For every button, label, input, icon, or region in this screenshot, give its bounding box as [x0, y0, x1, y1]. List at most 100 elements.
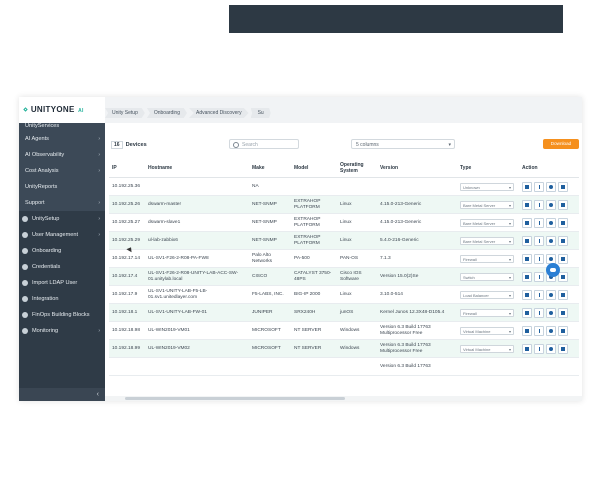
user-icon[interactable] — [546, 325, 556, 336]
column-header[interactable]: Action — [519, 159, 579, 178]
info-icon[interactable] — [534, 235, 544, 246]
info-icon[interactable] — [534, 253, 544, 264]
sidebar-item[interactable]: User Management › — [19, 227, 105, 243]
info-icon[interactable] — [534, 199, 544, 210]
delete-icon[interactable] — [558, 271, 568, 282]
delete-icon[interactable] — [558, 217, 568, 228]
download-button[interactable]: Download — [543, 139, 579, 149]
logo[interactable]: ⋄ UNITYONE AI — [23, 105, 84, 114]
sidebar-item[interactable]: Support › — [19, 195, 105, 211]
type-select[interactable]: Bare Metal Server ▾ — [460, 218, 514, 227]
breadcrumb-item[interactable]: Su — [250, 108, 271, 118]
view-icon[interactable] — [522, 325, 532, 336]
view-icon[interactable] — [522, 253, 532, 264]
info-icon[interactable] — [534, 289, 544, 300]
table-row[interactable]: 10.192.25.26 dswarm-master NET-SNMP EXTRAHO… — [109, 195, 579, 214]
cell-model: CATALYST 3750-48PS — [291, 267, 337, 286]
delete-icon[interactable] — [558, 289, 568, 300]
cell-ip — [109, 357, 145, 376]
search-input[interactable]: Search — [229, 139, 299, 149]
info-icon[interactable] — [534, 325, 544, 336]
delete-icon[interactable] — [558, 253, 568, 264]
view-icon[interactable] — [522, 181, 532, 192]
type-select[interactable]: Virtual Machine ▾ — [460, 326, 514, 335]
sidebar-item[interactable]: AI Observability › — [19, 147, 105, 163]
table-row[interactable]: 10.192.17.4 UL-SV1-F26-2-R08-UNITY-LAB-AC… — [109, 267, 579, 286]
collapse-sidebar-button[interactable]: ‹ — [19, 388, 105, 401]
search-icon — [233, 142, 239, 148]
table-row[interactable]: 10.192.25.27 dswarm-slave1 NET-SNMP EXTRAHO… — [109, 213, 579, 232]
column-header[interactable]: Hostname — [145, 159, 249, 178]
delete-icon[interactable] — [558, 181, 568, 192]
user-icon[interactable] — [546, 235, 556, 246]
user-icon[interactable] — [546, 199, 556, 210]
type-select[interactable]: Firewall ▾ — [460, 308, 514, 317]
info-icon[interactable] — [534, 217, 544, 228]
sidebar-item[interactable]: Integration — [19, 291, 105, 307]
table-row[interactable]: 10.192.17.14 UL-SV1-F26-2-R08-PA-FW8 Palo … — [109, 249, 579, 268]
view-icon[interactable] — [522, 289, 532, 300]
delete-icon[interactable] — [558, 199, 568, 210]
sidebar-item[interactable]: AI Agents › — [19, 131, 105, 147]
column-header[interactable]: Make — [249, 159, 291, 178]
column-header[interactable]: IP — [109, 159, 145, 178]
view-icon[interactable] — [522, 199, 532, 210]
info-icon[interactable] — [534, 343, 544, 354]
user-icon[interactable] — [546, 289, 556, 300]
breadcrumb-item[interactable]: Unity Setup — [105, 108, 145, 118]
sidebar-item[interactable]: Credentials — [19, 259, 105, 275]
table-row[interactable]: 10.192.18.99 UL-WIN2019-VM02 MICROSOFT NT S… — [109, 339, 579, 358]
scrollbar-thumb[interactable] — [125, 397, 345, 400]
delete-icon[interactable] — [558, 307, 568, 318]
cell-host: ul-lab-zabbix6 — [145, 231, 249, 250]
user-icon[interactable] — [546, 343, 556, 354]
sidebar-item[interactable]: UnitySetup › — [19, 211, 105, 227]
type-select[interactable]: Bare Metal Server ▾ — [460, 200, 514, 209]
sidebar-item[interactable]: Cost Analysis › — [19, 163, 105, 179]
delete-icon[interactable] — [558, 325, 568, 336]
table-row[interactable]: 10.192.18.98 UL-WIN2019-VM01 MICROSOFT NT S… — [109, 321, 579, 340]
chat-icon[interactable] — [546, 263, 560, 277]
view-icon[interactable] — [522, 235, 532, 246]
type-select[interactable]: Firewall ▾ — [460, 254, 514, 263]
type-select[interactable]: Load Balancer ▾ — [460, 290, 514, 299]
view-icon[interactable] — [522, 343, 532, 354]
horizontal-scrollbar[interactable] — [105, 396, 582, 401]
user-icon[interactable] — [546, 181, 556, 192]
type-select[interactable]: Unknown ▾ — [460, 182, 514, 191]
table-row[interactable]: 10.192.18.1 UL-SV1-UNITY-LAB-FW-01 JUNIPER… — [109, 303, 579, 322]
sidebar-item-label: FinOps Building Blocks — [32, 312, 90, 318]
menu-icon — [22, 280, 28, 286]
sidebar-item[interactable]: Monitoring › — [19, 323, 105, 339]
type-select[interactable]: Switch ▾ — [460, 272, 514, 281]
table-row[interactable]: Version 6.3 Build 17763 — [109, 357, 579, 376]
table-row[interactable]: 10.192.17.9 UL-SV1-UNITY-LAB-F5-LB-01.sv1… — [109, 285, 579, 304]
delete-icon[interactable] — [558, 235, 568, 246]
table-row[interactable]: 10.192.25.29 ul-lab-zabbix6 NET-SNMP EXTRAH… — [109, 231, 579, 250]
sidebar-item[interactable]: FinOps Building Blocks — [19, 307, 105, 323]
user-icon[interactable] — [546, 253, 556, 264]
breadcrumb-item[interactable]: Advanced Discovery — [189, 108, 249, 118]
column-header[interactable]: Model — [291, 159, 337, 178]
view-icon[interactable] — [522, 217, 532, 228]
column-header[interactable]: Version — [377, 159, 457, 178]
columns-select[interactable]: 5 columns ▾ — [351, 139, 455, 149]
info-icon[interactable] — [534, 271, 544, 282]
column-header[interactable]: Type — [457, 159, 519, 178]
info-icon[interactable] — [534, 307, 544, 318]
table-row[interactable]: 10.192.25.36 NA Unknown ▾ — [109, 177, 579, 196]
sidebar-item[interactable]: Import LDAP User — [19, 275, 105, 291]
view-icon[interactable] — [522, 271, 532, 282]
type-select[interactable]: Virtual Machine ▾ — [460, 344, 514, 353]
sidebar-item[interactable]: UnityReports — [19, 179, 105, 195]
view-icon[interactable] — [522, 307, 532, 318]
type-select[interactable]: Bare Metal Server ▾ — [460, 236, 514, 245]
column-header[interactable]: Operating System — [337, 159, 377, 178]
info-icon[interactable] — [534, 181, 544, 192]
user-icon[interactable] — [546, 217, 556, 228]
user-icon[interactable] — [546, 307, 556, 318]
sidebar-item[interactable]: UnityServices — [19, 123, 105, 131]
sidebar-item[interactable]: Onboarding — [19, 243, 105, 259]
breadcrumb-item[interactable]: Onboarding — [146, 108, 187, 118]
delete-icon[interactable] — [558, 343, 568, 354]
